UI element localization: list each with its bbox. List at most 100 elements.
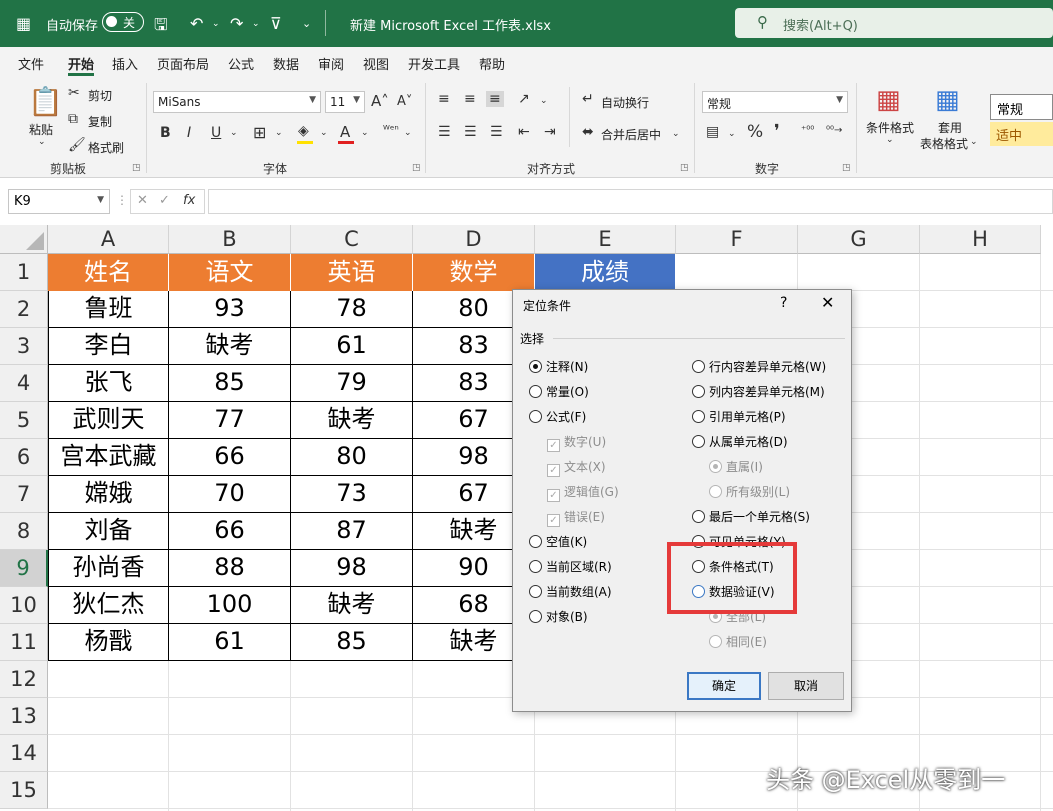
header-cell[interactable]: 姓名 bbox=[48, 254, 169, 291]
borders-dropdown-icon[interactable]: ⌄ bbox=[275, 128, 283, 138]
table-cell[interactable]: 85 bbox=[291, 624, 413, 661]
orientation-dropdown-icon[interactable]: ⌄ bbox=[540, 96, 548, 106]
confirm-entry-icon[interactable]: ✓ bbox=[159, 193, 170, 208]
column-header-e[interactable]: E bbox=[535, 225, 676, 254]
table-cell[interactable]: 93 bbox=[169, 291, 291, 328]
row-header-7[interactable]: 7 bbox=[0, 476, 48, 513]
table-cell[interactable]: 98 bbox=[291, 550, 413, 587]
row-header-4[interactable]: 4 bbox=[0, 365, 48, 402]
table-cell[interactable]: 78 bbox=[291, 291, 413, 328]
cell-style-normal[interactable]: 常规 bbox=[990, 94, 1053, 120]
column-header-f[interactable]: F bbox=[676, 225, 798, 254]
select-all-corner[interactable] bbox=[0, 225, 48, 254]
row-header-2[interactable]: 2 bbox=[0, 291, 48, 328]
row-header-5[interactable]: 5 bbox=[0, 402, 48, 439]
table-cell[interactable]: 张飞 bbox=[48, 365, 169, 402]
table-cell[interactable]: 缺考 bbox=[291, 587, 413, 624]
table-cell[interactable]: 61 bbox=[291, 328, 413, 365]
ok-button[interactable]: 确定 bbox=[687, 672, 761, 700]
merge-center-icon[interactable]: ⬌ bbox=[582, 124, 594, 140]
option-right-2[interactable]: 引用单元格(P) bbox=[692, 408, 786, 425]
row-header-14[interactable]: 14 bbox=[0, 735, 48, 772]
name-box[interactable]: K9 ▼ bbox=[8, 189, 110, 214]
paste-icon[interactable]: 📋 bbox=[28, 85, 63, 118]
format-painter-button[interactable]: 格式刷 bbox=[88, 139, 124, 156]
decrease-font-icon[interactable]: A˅ bbox=[397, 94, 412, 109]
paste-button[interactable]: 粘贴 bbox=[29, 121, 53, 138]
tab-data[interactable]: 数据 bbox=[273, 54, 299, 73]
header-cell[interactable]: 数学 bbox=[413, 254, 535, 291]
tab-developer[interactable]: 开发工具 bbox=[408, 54, 460, 73]
orientation-icon[interactable]: ↗ bbox=[518, 91, 530, 107]
font-color-icon[interactable]: A bbox=[340, 123, 350, 141]
table-cell[interactable]: 70 bbox=[169, 476, 291, 513]
column-header-b[interactable]: B bbox=[169, 225, 291, 254]
format-table-icon[interactable]: ▦ bbox=[935, 85, 960, 115]
option-right-9[interactable]: 数据验证(V) bbox=[692, 583, 775, 600]
decrease-indent-icon[interactable]: ⇤ bbox=[518, 124, 530, 140]
table-cell[interactable]: 孙尚香 bbox=[48, 550, 169, 587]
clipboard-launcher-icon[interactable]: ◳ bbox=[132, 163, 141, 173]
table-cell[interactable]: 缺考 bbox=[291, 402, 413, 439]
save-icon[interactable]: 🖫 bbox=[154, 14, 168, 41]
wrap-text-button[interactable]: 自动换行 bbox=[601, 94, 649, 111]
column-header-d[interactable]: D bbox=[413, 225, 535, 254]
increase-font-icon[interactable]: A˄ bbox=[371, 92, 389, 110]
option-left-1[interactable]: 常量(O) bbox=[529, 383, 589, 400]
table-cell[interactable]: 66 bbox=[169, 513, 291, 550]
increase-indent-icon[interactable]: ⇥ bbox=[544, 124, 556, 140]
decrease-decimal-icon[interactable]: ⁰⁰→ bbox=[826, 125, 842, 136]
merge-center-button[interactable]: 合并后居中 bbox=[601, 126, 661, 143]
percent-icon[interactable]: % bbox=[747, 122, 763, 142]
row-header-13[interactable]: 13 bbox=[0, 698, 48, 735]
row-header-11[interactable]: 11 bbox=[0, 624, 48, 661]
row-header-15[interactable]: 15 bbox=[0, 772, 48, 809]
bold-icon[interactable]: B bbox=[160, 125, 171, 141]
formula-splitter-icon[interactable]: ⋮ bbox=[116, 193, 128, 207]
font-size-select[interactable]: 11 ▼ bbox=[325, 91, 365, 113]
phonetic-icon[interactable]: ᵂᵉⁿ bbox=[383, 123, 399, 136]
format-table-line2[interactable]: 表格格式 bbox=[920, 135, 968, 152]
conditional-dropdown-icon[interactable]: ⌄ bbox=[886, 135, 894, 145]
fill-color-icon[interactable]: ◈ bbox=[298, 123, 309, 139]
fill-dropdown-icon[interactable]: ⌄ bbox=[320, 128, 328, 138]
table-cell[interactable]: 鲁班 bbox=[48, 291, 169, 328]
header-cell[interactable]: 语文 bbox=[169, 254, 291, 291]
row-header-8[interactable]: 8 bbox=[0, 513, 48, 550]
option-left-2[interactable]: 公式(F) bbox=[529, 408, 586, 425]
option-right-1[interactable]: 列内容差异单元格(M) bbox=[692, 383, 825, 400]
copy-button[interactable]: 复制 bbox=[88, 113, 112, 130]
format-table-dropdown-icon[interactable]: ⌄ bbox=[970, 137, 978, 147]
row-header-10[interactable]: 10 bbox=[0, 587, 48, 624]
table-cell[interactable]: 宫本武藏 bbox=[48, 439, 169, 476]
redo-dropdown-icon[interactable]: ⌄ bbox=[252, 19, 260, 29]
undo-dropdown-icon[interactable]: ⌄ bbox=[212, 19, 220, 29]
customize-toolbar-icon[interactable]: ⌄ bbox=[302, 17, 311, 30]
borders-icon[interactable]: ⊞ bbox=[253, 123, 266, 142]
align-center-icon[interactable]: ☰ bbox=[464, 124, 477, 140]
conditional-format-icon[interactable]: ▦ bbox=[876, 85, 901, 115]
table-cell[interactable]: 77 bbox=[169, 402, 291, 439]
table-cell[interactable]: 61 bbox=[169, 624, 291, 661]
table-cell[interactable]: 79 bbox=[291, 365, 413, 402]
align-left-icon[interactable]: ☰ bbox=[438, 124, 451, 140]
tab-home[interactable]: 开始 bbox=[68, 54, 94, 73]
filter-icon[interactable]: ⊽ bbox=[270, 14, 282, 33]
table-cell[interactable]: 李白 bbox=[48, 328, 169, 365]
option-left-8[interactable]: 当前区域(R) bbox=[529, 558, 612, 575]
row-header-3[interactable]: 3 bbox=[0, 328, 48, 365]
copy-icon[interactable]: ⧉ bbox=[68, 111, 78, 127]
tab-view[interactable]: 视图 bbox=[363, 54, 389, 73]
conditional-format-button[interactable]: 条件格式 bbox=[866, 119, 914, 136]
format-painter-icon[interactable]: 🖌 bbox=[68, 137, 86, 153]
paste-dropdown-icon[interactable]: ⌄ bbox=[38, 137, 46, 147]
comma-style-icon[interactable]: ❜ bbox=[774, 121, 780, 142]
align-bottom-icon[interactable]: ≡ bbox=[486, 91, 504, 107]
font-color-dropdown-icon[interactable]: ⌄ bbox=[361, 128, 369, 138]
tab-formulas[interactable]: 公式 bbox=[228, 54, 254, 73]
column-header-c[interactable]: C bbox=[291, 225, 413, 254]
italic-icon[interactable]: I bbox=[187, 125, 191, 141]
table-cell[interactable]: 嫦娥 bbox=[48, 476, 169, 513]
table-cell[interactable]: 73 bbox=[291, 476, 413, 513]
table-cell[interactable]: 100 bbox=[169, 587, 291, 624]
